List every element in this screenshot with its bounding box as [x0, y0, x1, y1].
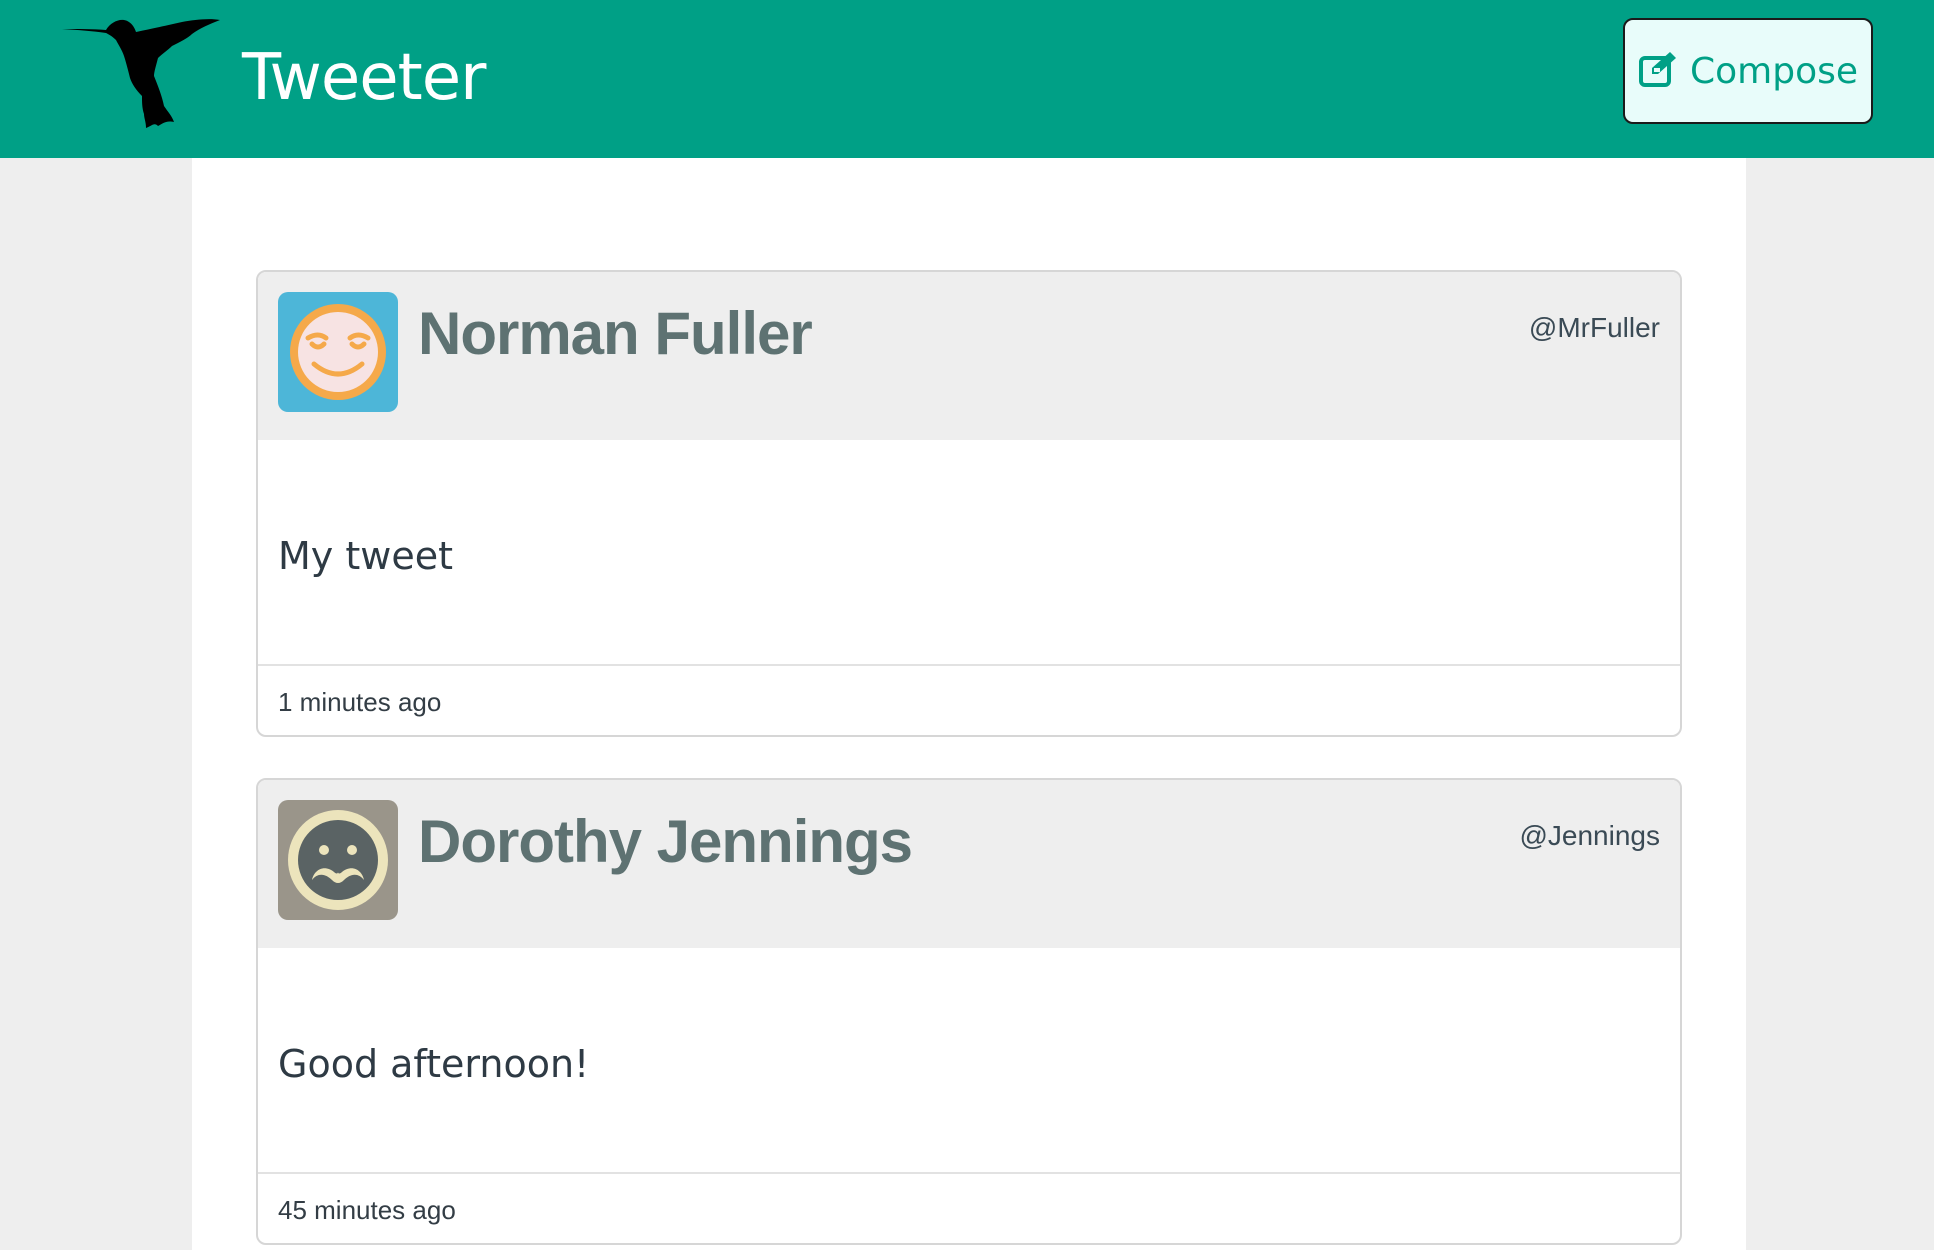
tweet-feed: Norman Fuller @MrFuller My tweet 1 minut… — [192, 158, 1746, 1250]
tweet-footer: 45 minutes ago — [258, 1172, 1680, 1243]
compose-label: Compose — [1689, 50, 1858, 92]
compose-button[interactable]: Compose — [1623, 18, 1873, 124]
top-navbar: Tweeter Compose — [0, 0, 1934, 158]
tweet-text: My tweet — [278, 534, 453, 578]
tweet-header: Norman Fuller @MrFuller — [258, 272, 1680, 440]
app-title: Tweeter — [242, 41, 486, 115]
tweet-card: Dorothy Jennings @Jennings Good afternoo… — [256, 778, 1682, 1245]
tweet-card: Norman Fuller @MrFuller My tweet 1 minut… — [256, 270, 1682, 737]
tweet-text: Good afternoon! — [278, 1042, 590, 1086]
edit-icon — [1638, 50, 1680, 93]
tweet-author-name: Norman Fuller — [418, 300, 813, 367]
tweet-timestamp: 1 minutes ago — [278, 687, 442, 717]
tweet-author-handle: @MrFuller — [1528, 312, 1660, 343]
tweet-footer: 1 minutes ago — [258, 664, 1680, 735]
tweet-header: Dorothy Jennings @Jennings — [258, 780, 1680, 948]
smiling-face-avatar-icon — [278, 292, 398, 412]
hummingbird-logo-icon — [62, 16, 222, 130]
tweet-timestamp: 45 minutes ago — [278, 1195, 456, 1225]
tweet-author-handle: @Jennings — [1519, 820, 1660, 851]
mustache-face-avatar-icon — [278, 800, 398, 920]
tweet-author-name: Dorothy Jennings — [418, 808, 913, 875]
